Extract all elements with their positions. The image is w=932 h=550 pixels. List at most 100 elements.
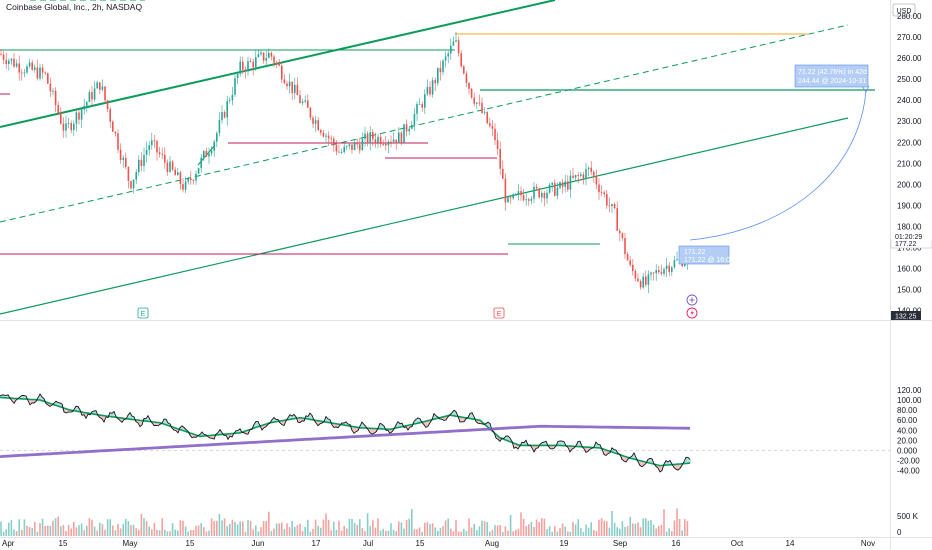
candle (70, 123, 72, 131)
candle (130, 181, 132, 189)
volume-bar (450, 528, 452, 536)
volume-bar (442, 526, 444, 536)
volume-bar (177, 530, 179, 536)
volume-bar (564, 526, 566, 536)
volume-bar (2, 531, 5, 536)
candle (494, 128, 496, 141)
volume-bar (426, 522, 429, 536)
time-axis[interactable]: Apr 15 May 15 Jun 17 Jul 15 Aug 19 Sep 16 Oct 14 Nov (2, 539, 875, 548)
volume-bar (543, 518, 546, 536)
candle (31, 62, 33, 70)
candle (296, 84, 299, 96)
candle (275, 62, 278, 64)
volume-bar (681, 530, 683, 536)
volume-bar (652, 524, 655, 536)
price-axis[interactable]: 280.00 270.00 260.00 250.00 240.00 230.00 22… (897, 12, 922, 316)
volume-bar (684, 519, 686, 536)
candle (585, 169, 587, 180)
volume-bar (408, 518, 410, 536)
candle (413, 113, 416, 125)
candle (41, 67, 44, 73)
volume-bar (356, 524, 358, 536)
volume-bar (143, 518, 145, 536)
volume-bar (54, 518, 57, 536)
volume-bar (205, 531, 208, 536)
candle (517, 191, 520, 194)
candle (218, 120, 221, 134)
candle (452, 41, 455, 46)
earnings-marker[interactable]: E (493, 307, 505, 319)
volume-bar (676, 508, 678, 536)
volume-bar (158, 530, 161, 536)
candle (616, 208, 618, 231)
candle (281, 65, 283, 80)
volume-bar (678, 518, 681, 536)
oscillator-tick: -40.00 (897, 467, 920, 476)
volume-bar (533, 526, 535, 536)
candle (312, 117, 314, 124)
candle (195, 173, 197, 181)
volume-bar (561, 523, 564, 536)
volume-bar (174, 529, 176, 536)
candle (156, 140, 158, 153)
price-pane[interactable] (0, 0, 890, 320)
candle (47, 73, 49, 84)
oscillator-tick: 80.00 (897, 406, 918, 415)
oscillator-axis[interactable]: 120.00100.0080.0060.0040.0020.00 0.000-20… (897, 386, 922, 537)
candle (132, 179, 135, 189)
earnings-marker[interactable]: E (137, 307, 149, 319)
oscillator-pane[interactable] (0, 321, 890, 506)
candle (182, 184, 184, 190)
candle (595, 175, 598, 185)
volume-bar (567, 531, 569, 536)
volume-bar (359, 519, 361, 536)
volume-bar (93, 526, 96, 536)
volume-bar (525, 526, 527, 536)
volume-bar (333, 521, 335, 536)
candle (28, 62, 31, 67)
candle (216, 133, 218, 142)
volume-bar (421, 531, 423, 536)
volume-bar (595, 531, 598, 536)
candle (21, 72, 23, 74)
candle (153, 140, 156, 142)
price-tick: 270.00 (897, 33, 922, 42)
lightning-icon[interactable] (686, 307, 698, 319)
candle (125, 157, 127, 168)
oscillator-tick: 20.00 (897, 436, 918, 445)
candle (309, 107, 312, 118)
candle (117, 133, 119, 150)
candle (418, 103, 421, 105)
volume-bar (171, 523, 174, 536)
volume-bar (208, 530, 210, 536)
candle (104, 86, 106, 101)
candle (226, 100, 228, 118)
volume-bar (231, 519, 234, 536)
volume-bar (343, 525, 345, 536)
volume-bar (57, 516, 59, 536)
volume-bar (554, 526, 556, 536)
volume-bar (465, 531, 468, 536)
candle (637, 278, 639, 282)
chart-area[interactable]: Coinbase Global, Inc., 2h, NASDAQ USD 28… (0, 0, 932, 550)
volume-bar (244, 531, 247, 536)
candle (489, 123, 491, 126)
candle (122, 157, 124, 160)
candle (548, 184, 551, 193)
candle (327, 135, 330, 139)
volume-bar (239, 521, 241, 536)
candle (502, 168, 504, 179)
volume-bar (268, 511, 270, 536)
candle (268, 52, 270, 58)
volume-bar (49, 525, 52, 536)
volume-bar (294, 526, 296, 536)
volume-bar (75, 527, 78, 536)
candle (634, 271, 637, 279)
candle (379, 136, 382, 145)
volume-bar (634, 523, 637, 536)
candle (158, 152, 161, 155)
volume-bar (15, 531, 18, 536)
candle (239, 61, 241, 74)
plus-icon[interactable] (686, 294, 698, 306)
measure-start-box[interactable]: 171.22 171.22 @ 16:00 (678, 245, 734, 265)
